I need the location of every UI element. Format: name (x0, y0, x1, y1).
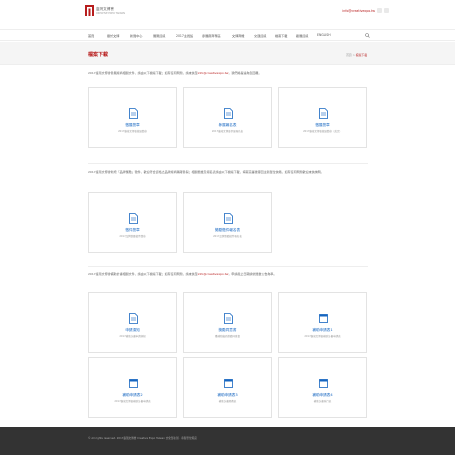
youtube-icon[interactable] (384, 8, 389, 13)
card-subtitle: 2017臺灣文博會參展報名表 (211, 130, 244, 133)
document-icon (224, 313, 233, 324)
breadcrumb-separator: > (352, 53, 355, 57)
nav-item-news[interactable]: 新聞中心 (130, 33, 142, 38)
nav-item-download[interactable]: 檔案下載 (275, 33, 287, 38)
card-title: 補助申請表2 (122, 393, 143, 397)
download-card[interactable]: 補助申請表1 2017臺灣文博會補助計畫申請表 (278, 292, 367, 353)
nav-item-home[interactable]: 首頁 (88, 33, 94, 38)
section-1-intro: 2017臺灣文博會參展廠商相關文件，請由以下檔案下載；如有任何問題，請來信至in… (88, 71, 368, 76)
page-title-bar: 檔案下載 首頁 > 檔案下載 (0, 42, 455, 65)
nav-item-traffic[interactable]: 交通資訊 (254, 33, 266, 38)
nav-item-exhibitors[interactable]: 參展廠商專區 (202, 33, 221, 38)
card-subtitle: 2017臺灣文博會徵展簡章（英文） (303, 130, 342, 133)
breadcrumb-current: 檔案下載 (355, 53, 367, 57)
download-card[interactable]: 補助申請表4 補助計畫執行表 (278, 357, 367, 418)
section-3-intro-text: 2017臺灣文博會補助計畫相關文件，請由以下檔案下載；如有任何問題，請來信至 (88, 272, 198, 276)
card-title: 參展報名表 (218, 123, 237, 127)
section-1-intro-tail: ，我們將盡速為您回覆。 (228, 71, 262, 75)
logo-title: 臺灣文博會 (96, 7, 114, 11)
card-title: 補助申請表1 (312, 328, 333, 332)
card-subtitle: 補助計畫經費表 (218, 400, 237, 403)
download-card[interactable]: 徵展簡章 2017臺灣文博會徵展簡章 (88, 87, 177, 148)
card-subtitle: 2017補助計畫申請須知 (119, 335, 146, 338)
document-icon (129, 108, 138, 119)
download-card[interactable]: 徵展簡章 2017臺灣文博會徵展簡章（英文） (278, 87, 367, 148)
card-title: 申請須知 (125, 328, 140, 332)
card-title: 獎勵徵件報名表 (214, 228, 241, 232)
card-subtitle: 獲補助廠商獎勵同意書 (214, 335, 240, 338)
nav-item-business[interactable]: 文博商機 (232, 33, 244, 38)
download-card[interactable]: 申請須知 2017補助計畫申請須知 (88, 292, 177, 353)
search-icon[interactable] (365, 33, 370, 38)
nav-item-english[interactable]: ENGLISH (317, 33, 331, 37)
document-icon (224, 108, 233, 119)
download-card[interactable]: 參展報名表 2017臺灣文博會參展報名表 (183, 87, 272, 148)
breadcrumb-home[interactable]: 首頁 (346, 53, 352, 57)
document-icon (129, 213, 138, 224)
document-icon (129, 313, 138, 324)
section-3-email-link[interactable]: info@creativexpo.tw (198, 272, 229, 276)
section-divider (88, 163, 368, 164)
card-title: 補助申請表4 (312, 393, 333, 397)
section-2-intro: 2017臺灣文博會新增「品牌獎勵」徵件，歡迎符合資格之品牌廠商踴躍參與；相關簡章… (88, 170, 324, 174)
download-card[interactable]: 補助申請表2 2017臺灣文博會補助計畫申請表 (88, 357, 177, 418)
section-1-email-link[interactable]: info@creativexpo.tw (198, 71, 229, 75)
document-icon (224, 213, 233, 224)
nav-item-about[interactable]: 關於文博 (107, 33, 119, 38)
download-card[interactable]: 獎勵徵件報名表 2017品牌獎勵徵件報名表 (183, 192, 272, 253)
nav-item-exhibition[interactable]: 展覽資訊 (153, 33, 165, 38)
site-logo[interactable]: 臺灣文博會 CREATIVE EXPO TAIWAN (85, 5, 125, 27)
card-title: 補助申請表3 (217, 393, 238, 397)
nav-item-visit[interactable]: 觀展資訊 (296, 33, 308, 38)
card-subtitle: 2017品牌獎勵徵件報名表 (213, 235, 242, 238)
site-footer: © All rights reserved. 2017臺灣文博會 Creativ… (0, 427, 455, 455)
logo-mark-icon (85, 5, 94, 16)
spreadsheet-icon (319, 314, 328, 323)
page-title: 檔案下載 (88, 52, 109, 58)
top-header: 臺灣文博會 CREATIVE EXPO TAIWAN info@creative… (0, 0, 455, 29)
main-nav: 首頁 關於文博 新聞中心 展覽資訊 2017主題館 參展廠商專區 文博商機 交通… (0, 29, 455, 41)
download-card[interactable]: 獎勵同意書 獲補助廠商獎勵同意書 (183, 292, 272, 353)
spreadsheet-icon (224, 379, 233, 388)
card-title: 徵展簡章 (315, 123, 330, 127)
download-card[interactable]: 補助申請表3 補助計畫經費表 (183, 357, 272, 418)
card-title: 徵件簡章 (125, 228, 140, 232)
nav-item-theme[interactable]: 2017主題館 (176, 33, 193, 38)
spreadsheet-icon (319, 379, 328, 388)
card-subtitle: 2017臺灣文博會徵展簡章 (118, 130, 147, 133)
section-3-intro: 2017臺灣文博會補助計畫相關文件，請由以下檔案下載；如有任何問題，請來信至in… (88, 272, 368, 277)
card-title: 徵展簡章 (125, 123, 140, 127)
section-divider (88, 266, 368, 267)
download-card[interactable]: 徵件簡章 2017品牌獎勵徵件簡章 (88, 192, 177, 253)
section-3-intro-tail: ，申請截止日期請依簡章公告為準。 (228, 272, 277, 276)
contact-email[interactable]: info@creativexpo.tw (342, 9, 375, 13)
breadcrumb: 首頁 > 檔案下載 (346, 53, 367, 57)
document-icon (319, 108, 328, 119)
card-title: 獎勵同意書 (218, 328, 237, 332)
card-subtitle: 2017臺灣文博會補助計畫申請表 (114, 400, 151, 403)
logo-subtitle: CREATIVE EXPO TAIWAN (96, 12, 125, 15)
spreadsheet-icon (129, 379, 138, 388)
card-subtitle: 2017臺灣文博會補助計畫申請表 (304, 335, 341, 338)
section-1-intro-text: 2017臺灣文博會參展廠商相關文件，請由以下檔案下載；如有任何問題，請來信至 (88, 71, 198, 75)
card-subtitle: 2017品牌獎勵徵件簡章 (119, 235, 146, 238)
card-subtitle: 補助計畫執行表 (313, 400, 332, 403)
facebook-icon[interactable] (377, 8, 382, 13)
footer-copyright: © All rights reserved. 2017臺灣文博會 Creativ… (88, 437, 197, 440)
